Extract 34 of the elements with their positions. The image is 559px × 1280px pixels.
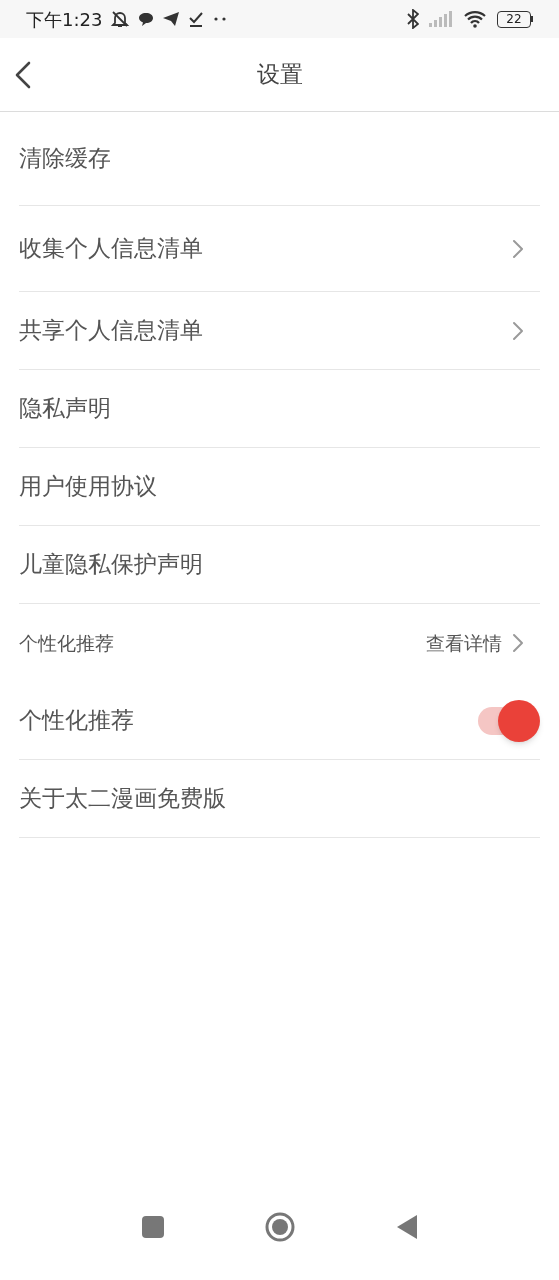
chat-bubble-icon — [138, 11, 155, 27]
row-label: 儿童隐私保护声明 — [19, 550, 203, 580]
row-label: 隐私声明 — [19, 394, 111, 424]
status-time: 下午1:23 — [26, 7, 103, 32]
back-icon[interactable] — [14, 60, 32, 89]
settings-row[interactable]: 关于太二漫画免费版 — [19, 760, 540, 838]
row-label: 用户使用协议 — [19, 472, 157, 502]
settings-row[interactable]: 共享个人信息清单 — [19, 292, 540, 370]
settings-row[interactable]: 用户使用协议 — [19, 448, 540, 526]
signal-icon — [429, 11, 453, 27]
chevron-right-icon — [512, 320, 524, 341]
bluetooth-icon — [407, 9, 419, 29]
recent-apps-button[interactable] — [141, 1216, 164, 1238]
row-label: 收集个人信息清单 — [19, 234, 203, 264]
row-label: 共享个人信息清单 — [19, 316, 203, 346]
back-button[interactable] — [395, 1214, 418, 1240]
settings-row[interactable]: 收集个人信息清单 — [19, 206, 540, 292]
settings-row[interactable]: 隐私声明 — [19, 370, 540, 448]
home-button[interactable] — [263, 1211, 296, 1243]
chevron-right-icon — [512, 238, 524, 259]
chevron-right-icon — [512, 633, 524, 653]
settings-row[interactable]: 儿童隐私保护声明 — [19, 526, 540, 604]
details-link[interactable]: 查看详情 — [426, 628, 524, 658]
row-label: 清除缓存 — [19, 144, 111, 174]
wifi-icon — [463, 10, 487, 28]
page-title: 设置 — [256, 60, 303, 90]
checkmark-icon — [188, 11, 205, 27]
row-label: 个性化推荐 — [19, 706, 134, 736]
section-label: 个性化推荐 — [19, 630, 114, 656]
muted-bell-icon — [110, 10, 131, 28]
paper-plane-icon — [162, 11, 181, 27]
battery-indicator: 22 — [497, 10, 531, 28]
row-label: 关于太二漫画免费版 — [19, 784, 226, 814]
settings-row[interactable]: 清除缓存 — [19, 112, 540, 206]
